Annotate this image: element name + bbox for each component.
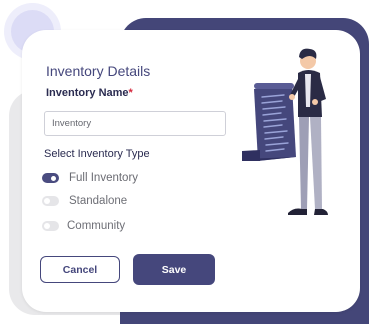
- type-option-label: Standalone: [69, 195, 128, 207]
- type-option-label: Community: [67, 220, 126, 232]
- save-button[interactable]: Save: [133, 254, 215, 285]
- person-reading-list-illustration: [242, 48, 328, 215]
- inventory-name-label: Inventory Name*: [46, 87, 133, 99]
- type-option-standalone[interactable]: Standalone: [42, 193, 127, 209]
- toggle-off-icon[interactable]: [42, 221, 59, 231]
- dialog-title: Inventory Details: [46, 63, 151, 79]
- inventory-name-input[interactable]: [44, 111, 226, 136]
- type-option-label: Full Inventory: [69, 172, 139, 184]
- toggle-off-icon[interactable]: [42, 196, 59, 206]
- cancel-button[interactable]: Cancel: [40, 256, 120, 283]
- inventory-type-label: Select Inventory Type: [44, 148, 150, 160]
- toggle-on-icon[interactable]: [42, 173, 59, 183]
- required-asterisk: *: [128, 87, 133, 99]
- type-option-community[interactable]: Community: [42, 218, 125, 234]
- type-option-full-inventory[interactable]: Full Inventory: [42, 170, 138, 186]
